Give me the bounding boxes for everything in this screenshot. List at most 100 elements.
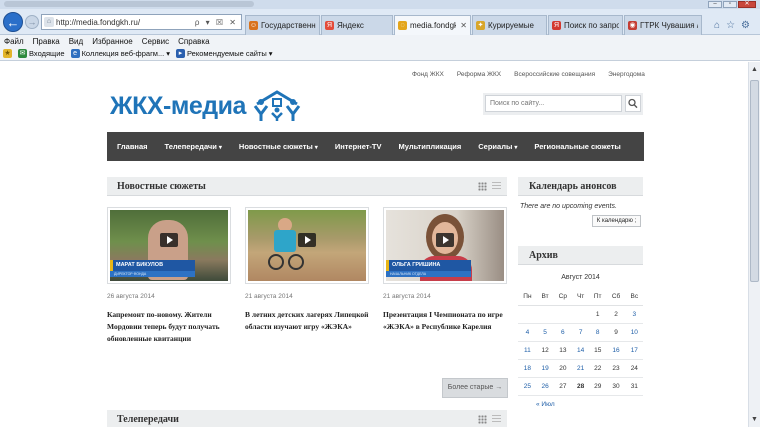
scrollbar-thumb[interactable] <box>750 80 759 282</box>
list-view-icon[interactable] <box>492 415 501 424</box>
weekday-label: Ср <box>553 288 573 306</box>
settings-gear-icon[interactable]: ⚙ <box>741 20 750 31</box>
home-icon[interactable]: ⌂ <box>714 20 720 31</box>
calendar-day[interactable]: 6 <box>553 323 573 342</box>
play-icon[interactable] <box>436 232 454 247</box>
calendar-day[interactable]: 21 <box>572 359 589 378</box>
nav-item-internet-tv[interactable]: Интернет-TV <box>335 142 382 151</box>
video-caption: МАРАТ БИКУЛОВ <box>110 260 195 271</box>
previous-month-link[interactable]: « Июл <box>518 401 643 408</box>
address-url[interactable]: http://media.fondgkh.ru/ <box>56 18 195 27</box>
grid-view-icon[interactable] <box>478 182 487 191</box>
vertical-scrollbar[interactable]: ▲ ▼ <box>748 62 760 427</box>
yandex-favicon-icon: Я <box>325 21 334 30</box>
calendar-day[interactable]: 10 <box>625 323 643 342</box>
weekday-row: Пн Вт Ср Чт Пт Сб Вс <box>518 288 643 306</box>
minimize-button[interactable]: – <box>708 1 722 8</box>
nav-item-serials[interactable]: Сериалы ▾ <box>478 142 517 151</box>
top-link-energodoma[interactable]: Энергодома <box>608 71 645 78</box>
calendar-day[interactable]: 26 <box>536 377 554 396</box>
video-thumbnail[interactable] <box>245 207 369 284</box>
calendar-day[interactable]: 7 <box>572 323 589 342</box>
favorite-suggested-sites[interactable]: ▸ Рекомендуемые сайты ▾ <box>175 49 273 58</box>
tab-favicon-icon: Я <box>552 21 561 30</box>
news-title-link[interactable]: Капремонт по-новому. Жители Мордовии теп… <box>107 309 231 345</box>
calendar-day[interactable]: 25 <box>518 377 537 396</box>
list-view-icon[interactable] <box>492 182 501 191</box>
to-calendar-button[interactable]: К календарю ; <box>592 215 641 227</box>
calendar-day[interactable]: 18 <box>518 359 537 378</box>
menu-tools[interactable]: Сервис <box>142 37 169 46</box>
news-title-link[interactable]: Презентация I Чемпионата по игре «ЖЭКА» … <box>383 309 507 333</box>
nav-item-news-stories[interactable]: Новостные сюжеты ▾ <box>239 142 318 151</box>
calendar-empty-cell <box>536 305 554 324</box>
video-thumbnail[interactable]: МАРАТ БИКУЛОВ ДИРЕКТОР ФОНДА <box>107 207 231 284</box>
search-input[interactable] <box>485 95 622 112</box>
menu-view[interactable]: Вид <box>69 37 83 46</box>
address-bar[interactable]: ⌂ http://media.fondgkh.ru/ ρ ▾ ☒ ✕ <box>41 14 242 30</box>
address-tools[interactable]: ρ ▾ ☒ ✕ <box>195 18 241 27</box>
news-section-header: Новостные сюжеты <box>107 177 507 196</box>
site-logo[interactable]: ЖКХ-медиа <box>110 90 303 122</box>
tab-kuriruemye[interactable]: ✦ Курируемые <box>472 15 547 35</box>
calendar-day[interactable]: 16 <box>606 341 626 360</box>
nav-item-regional[interactable]: Региональные сюжеты <box>534 142 620 151</box>
logo-text: ЖКХ-медиа <box>110 91 246 120</box>
calendar-day[interactable]: 5 <box>536 323 554 342</box>
older-posts-button[interactable]: Более старые → <box>442 378 508 398</box>
back-button[interactable]: ← <box>3 12 23 32</box>
video-caption-sub: НАЧАЛЬНИК ОТДЕЛА <box>386 271 471 277</box>
scroll-up-icon[interactable]: ▲ <box>749 64 760 75</box>
calendar-day[interactable]: 14 <box>572 341 589 360</box>
tab-media-fondgkh[interactable]: ◌ media.fondgkh... ✕ <box>394 15 471 35</box>
news-card[interactable]: 21 августа 2014 В летних детских лагерях… <box>245 207 369 333</box>
close-window-button[interactable]: ✕ <box>738 1 756 8</box>
calendar-day: 9 <box>606 323 626 342</box>
top-link-soveshchaniya[interactable]: Всероссийские совещания <box>514 71 595 78</box>
tab-favicon-icon: ☺ <box>249 21 258 30</box>
search-button[interactable] <box>625 95 641 112</box>
scroll-down-icon[interactable]: ▼ <box>749 414 760 425</box>
tab-close-icon[interactable]: ✕ <box>460 21 467 30</box>
calendar-title: Календарь анонсов <box>529 180 617 192</box>
menu-file[interactable]: Файл <box>4 37 24 46</box>
calendar-day[interactable]: 8 <box>588 323 607 342</box>
favorites-star-icon[interactable]: ★ <box>3 49 12 58</box>
menu-help[interactable]: Справка <box>178 37 209 46</box>
nav-item-home[interactable]: Главная <box>117 142 148 151</box>
news-card[interactable]: МАРАТ БИКУЛОВ ДИРЕКТОР ФОНДА 26 августа … <box>107 207 231 345</box>
grid-view-icon[interactable] <box>478 415 487 424</box>
browser-nav-bar: ← → ⌂ http://media.fondgkh.ru/ ρ ▾ ☒ ✕ ☺… <box>0 9 760 35</box>
favorite-inbox[interactable]: ✉ Входящие <box>18 49 65 58</box>
menu-favorites[interactable]: Избранное <box>92 37 133 46</box>
tab-poisk[interactable]: Я Поиск по запрос... <box>548 15 623 35</box>
favorites-star-icon[interactable]: ☆ <box>726 20 735 31</box>
mail-icon: ✉ <box>18 49 27 58</box>
news-title-link[interactable]: В летних детских лагерях Липецкой област… <box>245 309 369 333</box>
favorite-web-slices[interactable]: e Коллекция веб-фрагм... ▾ <box>70 49 170 58</box>
chevron-down-icon: ▾ <box>268 49 273 58</box>
nav-item-animation[interactable]: Мультипликация <box>399 142 462 151</box>
weekday-label: Вс <box>625 288 643 306</box>
calendar-day[interactable]: 3 <box>625 305 643 324</box>
tab-gosudarstvennaya[interactable]: ☺ Государственная ... <box>245 15 320 35</box>
menu-edit[interactable]: Правка <box>33 37 60 46</box>
nav-item-teleperedachi[interactable]: Телепередачи ▾ <box>165 142 222 151</box>
top-link-fond[interactable]: Фонд ЖКХ <box>412 71 444 78</box>
play-icon[interactable] <box>160 232 178 247</box>
calendar-day: 22 <box>588 359 607 378</box>
tab-yandex[interactable]: Я Яндекс <box>321 15 393 35</box>
play-icon[interactable] <box>298 232 316 247</box>
calendar-week-row: 18 19 20 21 22 23 24 <box>518 359 643 378</box>
video-thumbnail[interactable]: ОЛЬГА ГРИШИНА НАЧАЛЬНИК ОТДЕЛА <box>383 207 507 284</box>
calendar-day[interactable]: 19 <box>536 359 554 378</box>
calendar-day[interactable]: 4 <box>518 323 537 342</box>
calendar-day[interactable]: 11 <box>518 341 537 360</box>
forward-button[interactable]: → <box>25 15 39 29</box>
calendar-day[interactable]: 17 <box>625 341 643 360</box>
tab-gtrk-chuvashia[interactable]: ◉ ГТРК Чувашия / В... <box>624 15 702 35</box>
tv-section: Телепередачи <box>107 410 507 427</box>
top-link-reforma[interactable]: Реформа ЖКХ <box>457 71 501 78</box>
news-card[interactable]: ОЛЬГА ГРИШИНА НАЧАЛЬНИК ОТДЕЛА 21 август… <box>383 207 507 333</box>
maximize-button[interactable]: ▫ <box>723 1 737 8</box>
